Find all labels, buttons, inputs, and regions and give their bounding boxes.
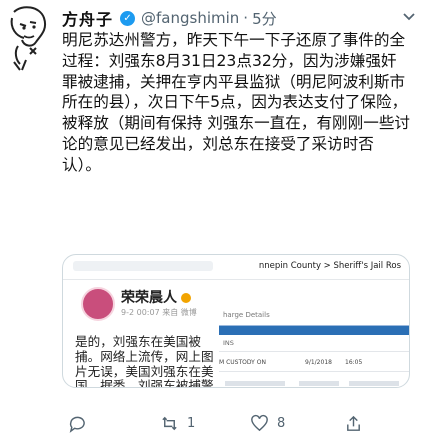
tweet-actions: 1 8 [60, 414, 418, 434]
like-count: 8 [277, 416, 286, 431]
jail-roster-table: INS M CUSTODY ON 9/1/2018 16:05 [219, 337, 409, 387]
tweet-header: 方舟子 ✓ @fangshimin · 5分 [62, 6, 418, 30]
share-icon [347, 415, 360, 431]
author-avatar-illustration [10, 6, 46, 71]
ins-label: INS [223, 339, 234, 347]
retweet-button[interactable]: 1 [160, 414, 195, 433]
quoted-name: 荣荣晨人 [121, 287, 191, 307]
roster-row-divider [219, 351, 409, 352]
chevron-down-icon[interactable] [400, 8, 418, 26]
separator-dot: · [243, 9, 249, 27]
media-topbar-placeholder [73, 261, 213, 271]
retweet-count: 1 [187, 416, 196, 431]
retweet-icon [162, 416, 177, 431]
roster-cell [225, 381, 285, 386]
like-button[interactable]: 8 [250, 414, 285, 433]
tweet-media-image[interactable]: nnepin County > Sheriff's Jail Ros 荣荣晨人 … [62, 254, 410, 388]
custody-label: M CUSTODY ON [219, 359, 266, 366]
media-topbar: nnepin County > Sheriff's Jail Ros [63, 255, 409, 280]
tweet-text: 明尼苏达州警方，昨天下午一下子还原了事件的全过程：刘强东8月31日23点32分，… [62, 31, 411, 174]
reply-button[interactable] [68, 414, 95, 433]
media-breadcrumb: nnepin County > Sheriff's Jail Ros [258, 261, 401, 271]
heart-icon [251, 414, 268, 432]
quoted-verified-icon [181, 293, 191, 303]
author-handle[interactable]: @fangshimin [141, 9, 239, 27]
quoted-name-text: 荣荣晨人 [121, 290, 177, 306]
roster-cell [349, 381, 399, 386]
quoted-meta: 9-2 00:07 来自 微博 [121, 308, 197, 317]
roster-row-divider [219, 371, 409, 372]
custody-time: 16:05 [345, 359, 363, 366]
custody-date: 9/1/2018 [305, 359, 332, 366]
quoted-avatar [81, 287, 115, 321]
share-button[interactable] [344, 414, 371, 433]
reply-icon [69, 416, 85, 433]
verified-badge-icon: ✓ [120, 10, 136, 26]
author-avatar[interactable] [6, 6, 50, 74]
quoted-text: 是的，刘强东在美国被捕。网络上流传，网上图片无误，美国刘强东在美国，据悉，刘强东… [75, 334, 214, 388]
charge-details-label: harge Details [223, 311, 270, 319]
author-name[interactable]: 方舟子 [62, 6, 113, 30]
tweet-time[interactable]: 5分 [252, 8, 277, 29]
roster-cell [299, 381, 339, 386]
jail-roster-header-bar [219, 325, 409, 335]
